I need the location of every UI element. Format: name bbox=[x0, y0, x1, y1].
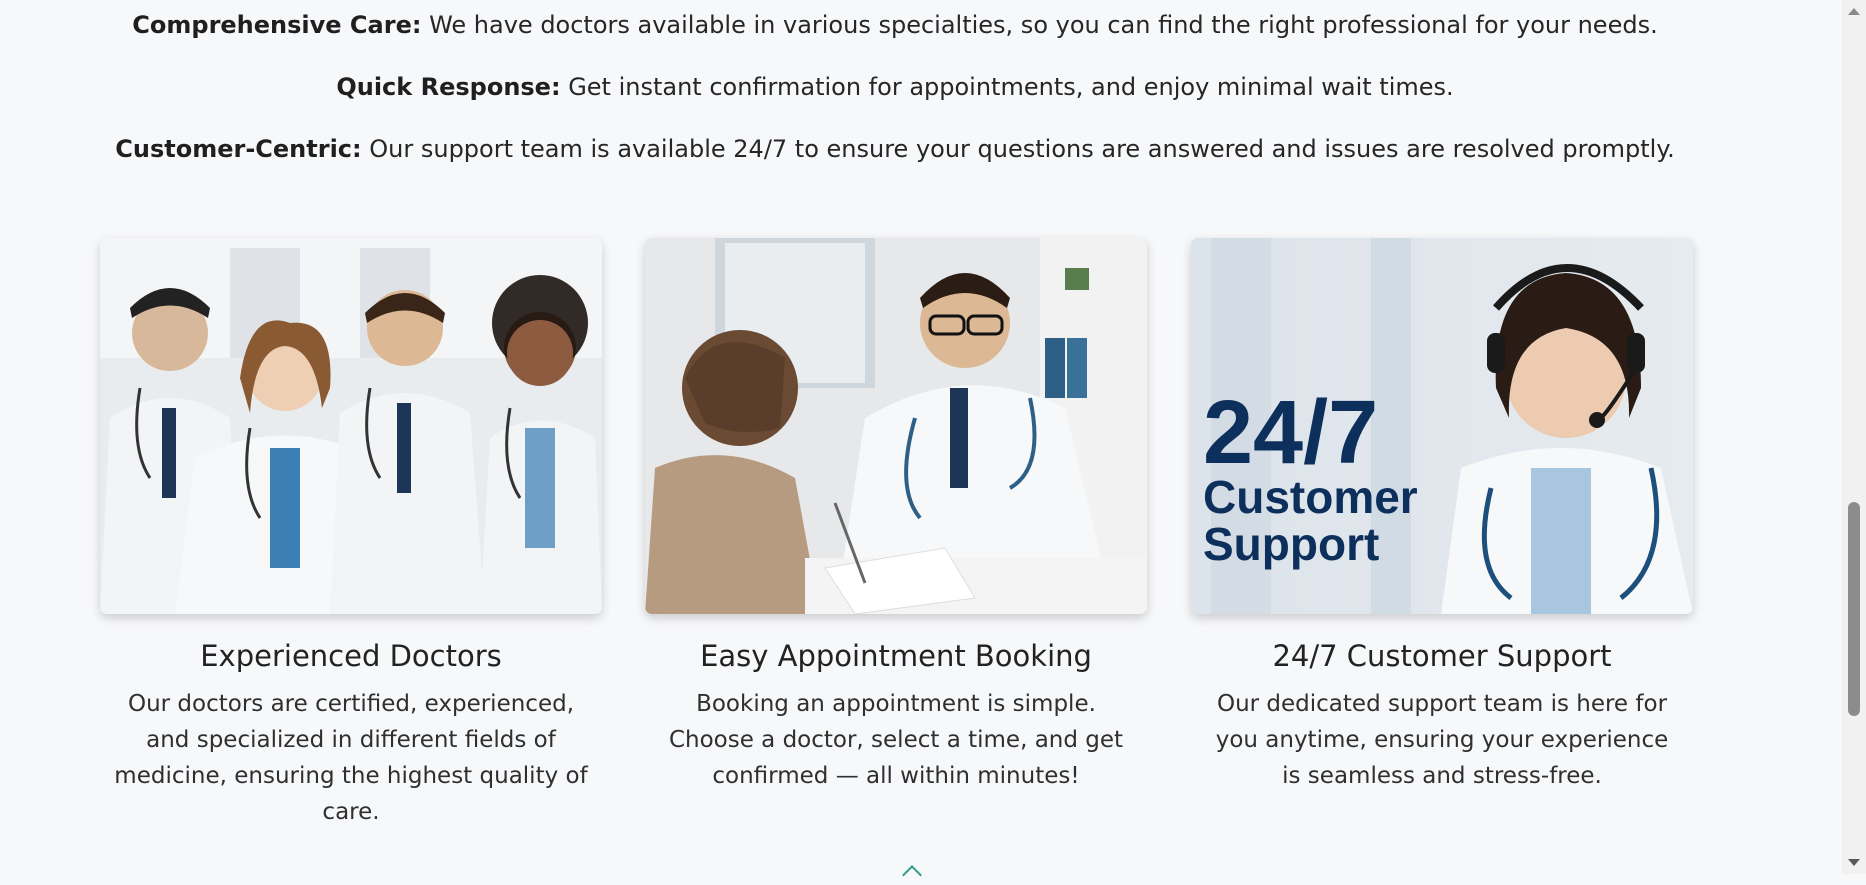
vertical-scrollbar[interactable] bbox=[1842, 0, 1866, 874]
page: Comprehensive Care: We have doctors avai… bbox=[0, 0, 1842, 885]
next-section-peek-icon bbox=[902, 865, 922, 885]
intro-quick-response: Quick Response: Get instant confirmation… bbox=[0, 72, 1790, 102]
card-title: Experienced Doctors bbox=[200, 639, 502, 673]
intro-label: Comprehensive Care: bbox=[132, 11, 422, 39]
customer-support-image: 24/7 Customer Support bbox=[1191, 238, 1693, 614]
image-text-customer: Customer bbox=[1203, 471, 1418, 523]
card-description: Our dedicated support team is here for y… bbox=[1215, 691, 1669, 789]
doctors-team-image bbox=[100, 238, 602, 614]
feature-card-customer-support: 24/7 Customer Support 24/7 Customer Supp… bbox=[1191, 238, 1693, 794]
feature-card-experienced-doctors: Experienced Doctors Our doctors are cert… bbox=[100, 238, 602, 830]
intro-text: Get instant confirmation for appointment… bbox=[560, 73, 1454, 101]
scroll-down-arrow-icon[interactable] bbox=[1848, 859, 1860, 866]
intro-text: We have doctors available in various spe… bbox=[421, 11, 1658, 39]
card-title: 24/7 Customer Support bbox=[1272, 639, 1612, 673]
appointment-booking-image bbox=[645, 238, 1147, 614]
intro-customer-centric: Customer-Centric: Our support team is av… bbox=[0, 134, 1790, 164]
scrollbar-thumb[interactable] bbox=[1848, 502, 1860, 716]
intro-label: Quick Response: bbox=[336, 73, 561, 101]
intro-label: Customer-Centric: bbox=[115, 135, 362, 163]
image-text-support: Support bbox=[1203, 518, 1379, 570]
card-title: Easy Appointment Booking bbox=[700, 639, 1092, 673]
card-description: Our doctors are certified, experienced, … bbox=[114, 691, 588, 825]
image-text-24-7: 24/7 bbox=[1203, 383, 1378, 483]
intro-comprehensive-care: Comprehensive Care: We have doctors avai… bbox=[0, 10, 1790, 40]
scroll-up-arrow-icon[interactable] bbox=[1848, 8, 1860, 15]
card-description: Booking an appointment is simple. Choose… bbox=[668, 691, 1124, 789]
feature-card-easy-appointment: Easy Appointment Booking Booking an appo… bbox=[645, 238, 1147, 794]
intro-text: Our support team is available 24/7 to en… bbox=[361, 135, 1675, 163]
